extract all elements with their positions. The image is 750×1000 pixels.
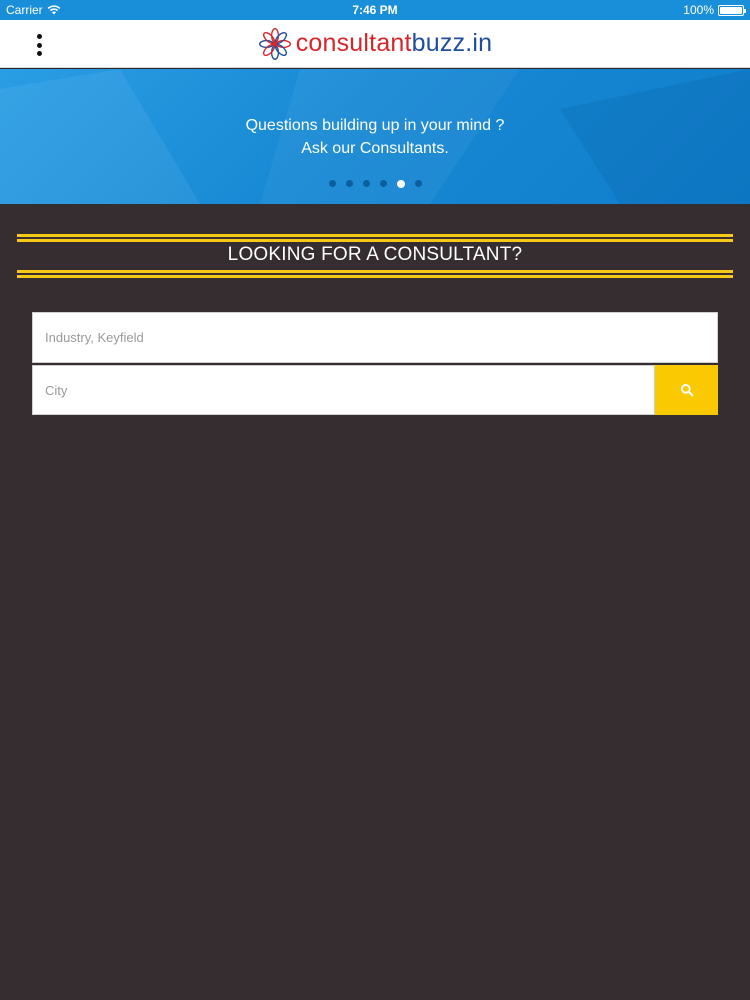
carousel-dot[interactable]: [328, 180, 336, 187]
logo-text: consultantbuzz.in: [296, 29, 493, 58]
app-header: consultantbuzz.in: [0, 20, 750, 68]
search-button[interactable]: [655, 365, 718, 415]
banner-line2: Ask our Consultants.: [301, 140, 449, 157]
status-time: 7:46 PM: [352, 3, 398, 17]
logo-text-part1: consultant: [295, 29, 412, 57]
carousel-dot[interactable]: [414, 180, 422, 187]
keyfield-input[interactable]: [33, 313, 717, 362]
banner-carousel[interactable]: Questions building up in your mind ? Ask…: [0, 69, 750, 204]
divider-bottom: [17, 270, 733, 278]
carousel-dot[interactable]: [379, 180, 387, 187]
carousel-dots: [0, 179, 750, 188]
carousel-dot[interactable]: [345, 180, 353, 187]
divider-top: [17, 234, 733, 242]
carousel-dot[interactable]: [362, 180, 370, 187]
section-title: LOOKING FOR A CONSULTANT?: [227, 244, 523, 265]
keyfield-field: [32, 312, 718, 363]
logo-text-part2: buzz.in: [411, 29, 493, 57]
city-input[interactable]: [33, 366, 654, 414]
carousel-dot-active[interactable]: [396, 179, 405, 188]
banner-line1: Questions building up in your mind ?: [245, 117, 505, 134]
logo[interactable]: consultantbuzz.in: [258, 27, 493, 61]
logo-flower-icon: [258, 27, 291, 60]
battery-fill: [720, 6, 742, 14]
battery-icon: [718, 4, 746, 16]
more-vertical-icon[interactable]: [30, 32, 48, 58]
banner-text: Questions building up in your mind ? Ask…: [0, 114, 750, 160]
status-bar: Carrier 7:46 PM 100%: [0, 0, 750, 20]
search-icon: [680, 383, 693, 397]
city-field: [32, 365, 655, 415]
